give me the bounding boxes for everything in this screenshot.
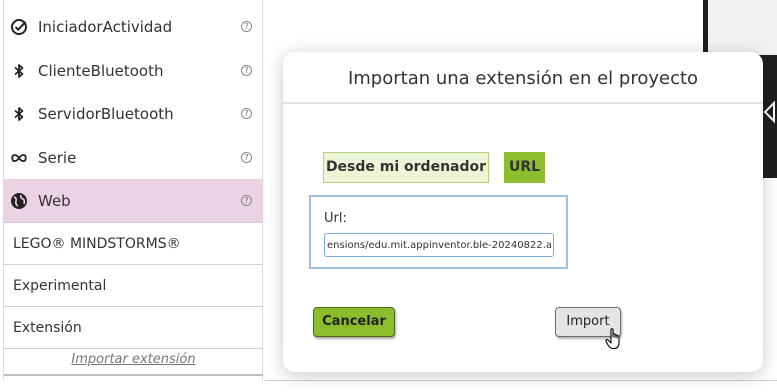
- bluetooth-icon: [10, 62, 28, 80]
- tab-url[interactable]: URL: [504, 152, 545, 183]
- check-circle-icon: [10, 18, 28, 36]
- palette-item-label: Web: [38, 191, 71, 210]
- infinity-icon: [10, 149, 28, 167]
- import-extension-link[interactable]: Importar extensión: [4, 348, 263, 376]
- tab-from-computer[interactable]: Desde mi ordenador: [323, 152, 489, 183]
- url-label: Url:: [324, 211, 347, 226]
- category-lego-mindstorms[interactable]: LEGO® MINDSTORMS®: [4, 222, 263, 264]
- palette-item-label: ServidorBluetooth: [38, 104, 174, 123]
- palette-item-clientebluetooth[interactable]: ClienteBluetooth ?: [4, 49, 263, 92]
- globe-icon: [10, 192, 28, 210]
- palette-item-label: IniciadorActividad: [38, 17, 173, 36]
- help-icon[interactable]: ?: [241, 108, 252, 119]
- collapse-arrow-icon[interactable]: [762, 100, 777, 126]
- palette-item-label: ClienteBluetooth: [38, 61, 164, 80]
- category-experimental[interactable]: Experimental: [4, 264, 263, 306]
- palette-item-web[interactable]: Web ?: [4, 179, 263, 222]
- help-icon[interactable]: ?: [241, 65, 252, 76]
- bluetooth-icon: [10, 105, 28, 123]
- dialog-title: Importan una extensión en el proyecto: [283, 52, 763, 104]
- palette-item-label: Serie: [38, 148, 77, 167]
- hand-cursor-icon: [605, 328, 625, 350]
- category-extension[interactable]: Extensión: [4, 306, 263, 348]
- viewer-panel: [708, 0, 777, 55]
- url-panel: Url:: [309, 195, 568, 269]
- help-icon[interactable]: ?: [241, 152, 252, 163]
- palette-sidebar: IniciadorActividad ? ClienteBluetooth ? …: [3, 0, 263, 380]
- help-icon[interactable]: ?: [241, 21, 252, 32]
- palette-item-servidorbluetooth[interactable]: ServidorBluetooth ?: [4, 92, 263, 135]
- cancel-button[interactable]: Cancelar: [313, 307, 395, 337]
- import-extension-dialog: Importan una extensión en el proyecto De…: [283, 52, 763, 372]
- help-icon[interactable]: ?: [241, 195, 252, 206]
- palette-item-serie[interactable]: Serie ?: [4, 136, 263, 179]
- palette-item-iniciadoractividad[interactable]: IniciadorActividad ?: [4, 5, 263, 48]
- url-input[interactable]: [324, 233, 554, 257]
- divider: [265, 380, 777, 381]
